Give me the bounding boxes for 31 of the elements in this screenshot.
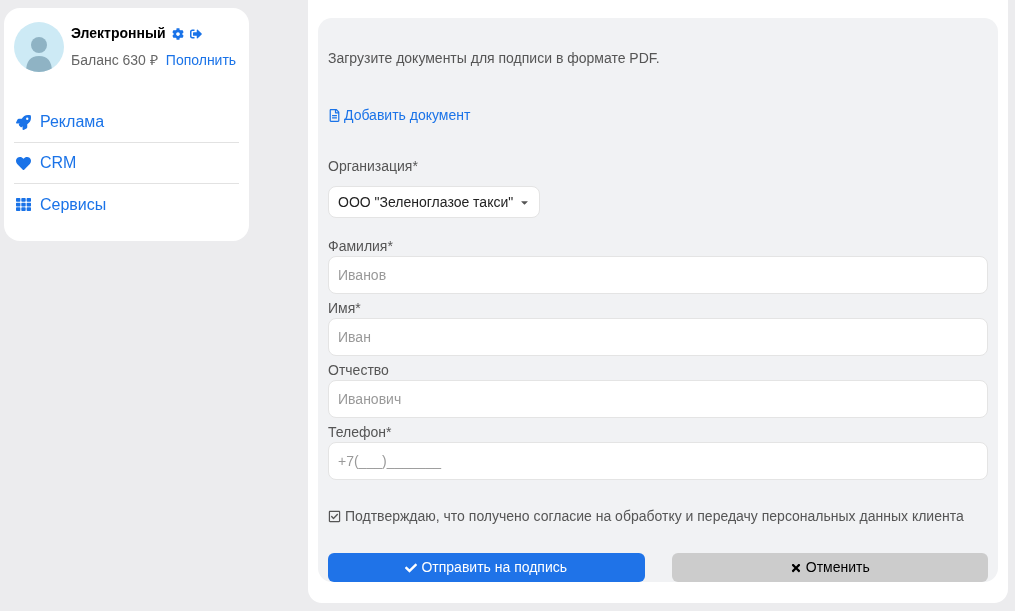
nav-item[interactable]: Реклама [14, 102, 239, 143]
avatar-icon [14, 22, 64, 72]
field-label: Имя* [328, 299, 362, 318]
consent-checkbox[interactable]: Подтверждаю, что получено согласие на обработку и передачу персональных данных клиента [328, 506, 988, 527]
checkbox-icon [328, 510, 341, 523]
add-document-link[interactable]: Добавить документ [328, 105, 988, 126]
field-label: Организация* [328, 157, 419, 176]
document-icon [328, 109, 341, 122]
heart-icon [16, 155, 31, 171]
cancel-button[interactable]: Отменить [671, 553, 988, 582]
field-label: Фамилия* [328, 237, 394, 256]
input-field[interactable]: +7(___)_______ [328, 442, 988, 480]
close-icon [789, 561, 802, 574]
rocket-icon [16, 114, 31, 130]
field-label: Отчество [328, 361, 390, 380]
input-field[interactable]: Иванов [328, 256, 988, 294]
nav-item[interactable]: Сервисы [14, 184, 239, 225]
input-field[interactable]: Иван [328, 318, 988, 356]
field-label: Телефон* [328, 423, 393, 442]
top-up-link[interactable]: Пополнить [165, 50, 237, 71]
balance-text: Баланс 630 ₽ [71, 51, 158, 70]
nav-item[interactable]: CRM [14, 143, 239, 184]
settings-icon[interactable] [171, 27, 184, 40]
intro-text: Загрузите документы для подписи в формате PDF. [328, 49, 661, 68]
check-icon [405, 561, 418, 574]
logout-icon[interactable] [189, 27, 202, 40]
grid-icon [16, 197, 31, 212]
input-field[interactable]: Иванович [328, 380, 988, 418]
user-name: Электронный [71, 24, 166, 43]
organization-select[interactable]: ООО "Зеленоглазое такси" [328, 186, 541, 218]
submit-button[interactable]: Отправить на подпись [328, 553, 645, 582]
